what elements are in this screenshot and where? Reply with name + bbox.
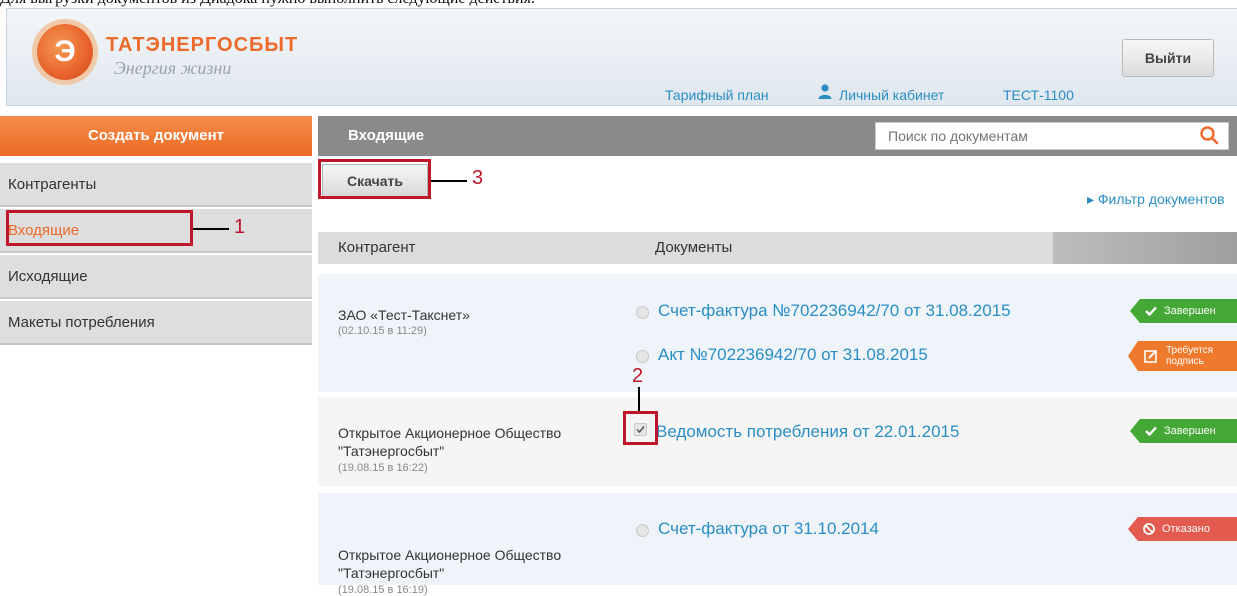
document-filter-link[interactable]: ▸ Фильтр документов	[1087, 191, 1225, 208]
table-row	[318, 493, 1237, 585]
document-checkbox[interactable]	[636, 524, 649, 537]
contractor-date: (19.08.15 в 16:19)	[338, 584, 428, 596]
annotation-line-3	[431, 180, 467, 182]
nav-tariff-link[interactable]: Тарифный план	[665, 87, 769, 103]
table-header: Контрагент Документы	[318, 232, 1237, 264]
section-title: Входящие	[348, 127, 425, 144]
status-label: Завершен	[1164, 425, 1216, 437]
create-document-button[interactable]: Создать документ	[0, 116, 312, 156]
annotation-number-2: 2	[632, 365, 644, 387]
status-badge: Завершен	[1130, 299, 1237, 323]
check-icon	[1145, 306, 1157, 317]
sidebar-item-outgoing[interactable]: Исходящие	[0, 255, 312, 299]
document-link[interactable]: Счет-фактура №702236942/70 от 31.08.2015	[658, 301, 1011, 321]
check-icon	[1145, 426, 1157, 437]
annotation-line-2	[638, 387, 640, 411]
table-row	[318, 274, 1237, 392]
logout-button[interactable]: Выйти	[1122, 39, 1214, 77]
sidebar-item-consumption-layouts[interactable]: Макеты потребления	[0, 301, 312, 345]
contractor-name: Открытое Акционерное Общество	[338, 425, 562, 441]
contractor-name-line2: "Татэнергосбыт"	[338, 443, 445, 459]
brand-logo: Э	[37, 24, 93, 80]
contractor-name: Открытое Акционерное Общество	[338, 547, 562, 563]
annotation-line-1	[193, 228, 229, 230]
contractor-name-line2: "Татэнергосбыт"	[338, 565, 445, 581]
status-label-line2: подпись	[1166, 356, 1204, 367]
status-badge: Отказано	[1128, 517, 1237, 541]
brand-slogan: Энергия жизни	[114, 58, 232, 78]
status-badge: Требуется подпись	[1128, 341, 1237, 371]
search-icon[interactable]	[1198, 124, 1220, 146]
document-link[interactable]: Ведомость потребления от 22.01.2015	[656, 422, 959, 442]
column-header-contractor: Контрагент	[338, 239, 416, 256]
status-label: Завершен	[1164, 305, 1216, 317]
sidebar-item-contractors[interactable]: Контрагенты	[0, 163, 312, 207]
annotation-box-incoming	[6, 210, 193, 246]
annotation-number-1: 1	[234, 216, 246, 238]
contractor-name: ЗАО «Тест-Такснет»	[338, 307, 470, 323]
block-icon	[1143, 523, 1155, 535]
annotation-box-download	[318, 159, 431, 199]
nav-account-link[interactable]: ТЕСТ-1100	[1003, 87, 1074, 103]
logo-letter: Э	[54, 35, 76, 68]
user-icon	[818, 84, 832, 99]
nav-cabinet-link[interactable]: Личный кабинет	[839, 87, 944, 103]
annotation-box-checkbox	[623, 411, 658, 445]
document-checkbox[interactable]	[636, 350, 649, 363]
contractor-date: (02.10.15 в 11:29)	[338, 325, 427, 337]
annotation-number-3: 3	[472, 167, 484, 189]
status-badge: Завершен	[1130, 419, 1237, 443]
search-input[interactable]	[876, 123, 1188, 149]
column-header-documents: Документы	[655, 239, 733, 256]
sign-icon	[1144, 350, 1157, 363]
brand-name: ТАТЭНЕРГОСБЫТ	[106, 34, 299, 56]
document-link[interactable]: Счет-фактура от 31.10.2014	[658, 519, 879, 539]
status-label: Отказано	[1162, 523, 1210, 535]
document-checkbox[interactable]	[636, 306, 649, 319]
document-link[interactable]: Акт №702236942/70 от 31.08.2015	[658, 345, 928, 365]
contractor-date: (19.08.15 в 16:22)	[338, 462, 428, 474]
status-label-line1: Требуется	[1166, 345, 1214, 356]
search-box	[875, 122, 1229, 150]
